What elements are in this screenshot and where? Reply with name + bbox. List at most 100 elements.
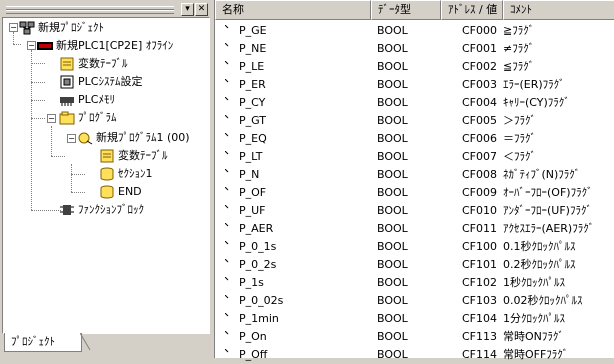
cell-comment: ｴﾗｰ(ER)ﾌﾗｸﾞ [503, 78, 565, 91]
tree-node-plc-settings[interactable]: PLCｼｽﾃﾑ設定 [59, 74, 142, 90]
cell-comment: 1分ｸﾛｯｸﾊﾟﾙｽ [503, 312, 565, 325]
table-row[interactable]: P_LE BOOL CF002 ≦ﾌﾗｸﾞ [215, 58, 614, 76]
panel-titlebar[interactable]: ▾ ✕ [2, 2, 208, 16]
tree-label: PLCｼｽﾃﾑ設定 [78, 75, 143, 88]
cell-address: CF007 [461, 150, 497, 163]
variable-table: 名称 ﾃﾞｰﾀ型 ｱﾄﾞﾚｽ / 値 ｺﾒﾝﾄ P_GE BOOL CF000 ≧ﾌﾗ… [214, 0, 614, 361]
row-marker-icon [225, 349, 229, 353]
tree-node-plc[interactable]: 新規PLC1[CP2E] ｵﾌﾗｲﾝ [37, 38, 173, 54]
tab-project[interactable]: ﾌﾟﾛｼﾞｪｸﾄ [4, 333, 82, 352]
table-row[interactable]: P_ER BOOL CF003 ｴﾗｰ(ER)ﾌﾗｸﾞ [215, 76, 614, 94]
row-marker-icon [225, 169, 229, 173]
table-row[interactable]: P_NE BOOL CF001 ≠ﾌﾗｸﾞ [215, 40, 614, 58]
expander-program1[interactable]: − [67, 134, 76, 143]
cell-comment: ﾈｶﾞﾃｨﾌﾞ(N)ﾌﾗｸﾞ [503, 168, 581, 181]
cell-name: P_On [239, 330, 267, 343]
table-row[interactable]: P_1s BOOL CF102 1秒ｸﾛｯｸﾊﾟﾙｽ [215, 274, 614, 292]
cell-address: CF001 [461, 42, 497, 55]
row-marker-icon [225, 151, 229, 155]
tree-label: 新規PLC1[CP2E] ｵﾌﾗｲﾝ [56, 39, 174, 52]
table-row[interactable]: P_OF BOOL CF009 ｵｰﾊﾞｰﾌﾛｰ(OF)ﾌﾗｸﾞ [215, 184, 614, 202]
table-row[interactable]: P_0_1s BOOL CF100 0.1秒ｸﾛｯｸﾊﾟﾙｽ [215, 238, 614, 256]
cell-name: P_EQ [239, 132, 267, 145]
cell-name: P_LT [239, 150, 263, 163]
table-row[interactable]: P_CY BOOL CF004 ｷｬﾘｰ(CY)ﾌﾗｸﾞ [215, 94, 614, 112]
cell-address: CF010 [461, 204, 497, 217]
cell-address: CF101 [461, 258, 497, 271]
column-header-comment[interactable]: ｺﾒﾝﾄ [503, 0, 614, 20]
row-marker-icon [225, 43, 229, 47]
column-header-name[interactable]: 名称 [215, 0, 371, 20]
cell-name: P_1s [239, 276, 264, 289]
cell-type: BOOL [377, 276, 408, 289]
cell-type: BOOL [377, 78, 408, 91]
tree-node-program1[interactable]: 新規ﾌﾟﾛｸﾞﾗﾑ1 (00) [77, 130, 190, 146]
column-header-type[interactable]: ﾃﾞｰﾀ型 [371, 0, 441, 20]
tree-label: PLCﾒﾓﾘ [78, 93, 115, 106]
cell-name: P_0_1s [239, 240, 277, 253]
tree-node-function-blocks[interactable]: ﾌｧﾝｸｼｮﾝﾌﾞﾛｯｸ [59, 202, 144, 218]
column-header-address[interactable]: ｱﾄﾞﾚｽ / 値 [441, 0, 503, 20]
cell-address: CF002 [461, 60, 497, 73]
row-marker-icon [225, 25, 229, 29]
table-header: 名称 ﾃﾞｰﾀ型 ｱﾄﾞﾚｽ / 値 ｺﾒﾝﾄ [215, 0, 614, 20]
table-row[interactable]: P_UF BOOL CF010 ｱﾝﾀﾞｰﾌﾛｰ(UF)ﾌﾗｸﾞ [215, 202, 614, 220]
table-row[interactable]: P_LT BOOL CF007 ＜ﾌﾗｸﾞ [215, 148, 614, 166]
tree-label: 変数ﾃｰﾌﾞﾙ [118, 149, 168, 162]
table-row[interactable]: P_0_02s BOOL CF103 0.02秒ｸﾛｯｸﾊﾟﾙｽ [215, 292, 614, 310]
cell-comment: ≧ﾌﾗｸﾞ [503, 24, 535, 37]
tree-node-variable-table[interactable]: 変数ﾃｰﾌﾞﾙ [59, 56, 128, 72]
cell-name: P_N [239, 168, 260, 181]
tree-node-program-variable-table[interactable]: 変数ﾃｰﾌﾞﾙ [99, 148, 168, 164]
tree-node-project[interactable]: 新規ﾌﾟﾛｼﾞｪｸﾄ [19, 20, 104, 36]
table-row[interactable]: P_AER BOOL CF011 ｱｸｾｽｴﾗｰ(AER)ﾌﾗｸﾞ [215, 220, 614, 238]
row-marker-icon [225, 205, 229, 209]
variable-table-icon [99, 149, 115, 163]
cell-comment: ＜ﾌﾗｸﾞ [503, 150, 536, 163]
cell-type: BOOL [377, 96, 408, 109]
row-marker-icon [225, 115, 229, 119]
table-row[interactable]: P_N BOOL CF008 ﾈｶﾞﾃｨﾌﾞ(N)ﾌﾗｸﾞ [215, 166, 614, 184]
section-icon [99, 167, 115, 181]
cell-name: P_Off [239, 348, 268, 361]
cell-comment: ＞ﾌﾗｸﾞ [503, 114, 536, 127]
tree-node-end[interactable]: END [99, 184, 142, 200]
table-row[interactable]: P_GE BOOL CF000 ≧ﾌﾗｸﾞ [215, 22, 614, 40]
tree-node-section1[interactable]: ｾｸｼｮﾝ1 [99, 166, 153, 182]
cell-type: BOOL [377, 312, 408, 325]
table-row[interactable]: P_EQ BOOL CF006 ＝ﾌﾗｸﾞ [215, 130, 614, 148]
tree-node-plc-memory[interactable]: PLCﾒﾓﾘ [59, 92, 115, 108]
close-icon[interactable]: ✕ [195, 3, 208, 16]
cell-comment: ≠ﾌﾗｸﾞ [503, 42, 535, 55]
cell-type: BOOL [377, 222, 408, 235]
row-marker-icon [225, 313, 229, 317]
cell-comment: 常時ONﾌﾗｸﾞ [503, 330, 564, 343]
cell-name: P_UF [239, 204, 266, 217]
expander-plc[interactable]: − [27, 41, 36, 50]
cell-comment: 1秒ｸﾛｯｸﾊﾟﾙｽ [503, 276, 565, 289]
table-row[interactable]: P_0_2s BOOL CF101 0.2秒ｸﾛｯｸﾊﾟﾙｽ [215, 256, 614, 274]
cell-address: CF100 [461, 240, 497, 253]
table-row[interactable]: P_GT BOOL CF005 ＞ﾌﾗｸﾞ [215, 112, 614, 130]
panel-grip-2[interactable] [6, 10, 174, 14]
cell-comment: ｱﾝﾀﾞｰﾌﾛｰ(UF)ﾌﾗｸﾞ [503, 204, 592, 217]
cell-type: BOOL [377, 114, 408, 127]
cell-name: P_AER [239, 222, 274, 235]
cell-type: BOOL [377, 150, 408, 163]
tree-label: ﾌｧﾝｸｼｮﾝﾌﾞﾛｯｸ [78, 203, 144, 216]
row-marker-icon [225, 61, 229, 65]
cell-type: BOOL [377, 240, 408, 253]
tree-label: 新規ﾌﾟﾛｸﾞﾗﾑ1 (00) [96, 131, 190, 144]
table-row[interactable]: P_Off BOOL CF114 常時OFFﾌﾗｸﾞ [215, 346, 614, 364]
table-row[interactable]: P_On BOOL CF113 常時ONﾌﾗｸﾞ [215, 328, 614, 346]
tree-node-program-folder[interactable]: ﾌﾟﾛｸﾞﾗﾑ [59, 110, 117, 126]
project-tree: − − − − 新規ﾌﾟﾛｼﾞｪｸﾄ 新規PLC1[CP2E] ｵﾌﾗｲﾝ 変数… [2, 17, 210, 334]
expander-root[interactable]: − [9, 23, 18, 32]
chevron-down-icon[interactable]: ▾ [181, 3, 194, 16]
expander-program[interactable]: − [47, 114, 56, 123]
row-marker-icon [225, 277, 229, 281]
cell-address: CF008 [461, 168, 497, 181]
table-row[interactable]: P_1min BOOL CF104 1分ｸﾛｯｸﾊﾟﾙｽ [215, 310, 614, 328]
tree-label: ﾌﾟﾛｸﾞﾗﾑ [78, 111, 117, 124]
cell-name: P_GT [239, 114, 266, 127]
